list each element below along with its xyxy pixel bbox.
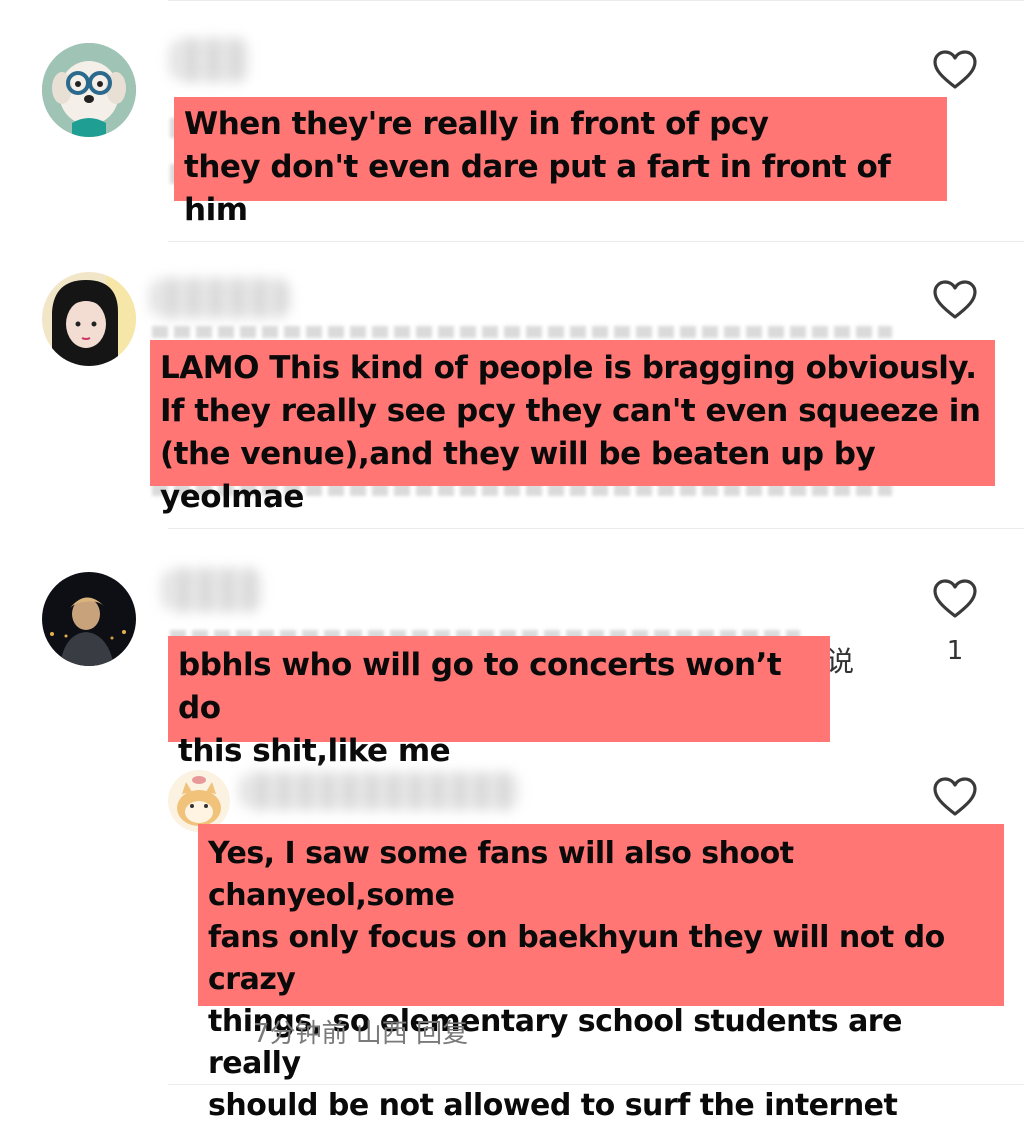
avatar[interactable] <box>42 43 136 137</box>
divider <box>168 528 1024 529</box>
translation-caption: bbhls who will go to concerts won’t do t… <box>168 636 830 769</box>
divider <box>168 1084 1024 1085</box>
heart-outline-icon[interactable] <box>932 776 978 818</box>
username-blurred[interactable] <box>150 278 290 318</box>
avatar-person-night-image <box>42 572 136 666</box>
username-blurred[interactable] <box>240 772 520 810</box>
avatar[interactable] <box>42 572 136 666</box>
translation-caption: LAMO This kind of people is bragging obv… <box>150 340 995 515</box>
avatar[interactable] <box>42 272 136 366</box>
heart-outline-icon[interactable] <box>932 49 978 91</box>
divider <box>168 241 1024 242</box>
username-blurred[interactable] <box>170 38 250 82</box>
truncated-text: 说 <box>826 645 855 678</box>
translation-caption: Yes, I saw some fans will also shoot cha… <box>198 824 1004 1123</box>
translation-caption: When they're really in front of pcy they… <box>174 97 947 228</box>
like-count: 1 <box>946 636 964 666</box>
avatar-girl-image <box>42 272 136 366</box>
avatar-dog-image <box>42 43 136 137</box>
obscured-text <box>152 326 892 338</box>
reply-meta[interactable]: 7分钟前 山西 回复 <box>253 1013 468 1050</box>
heart-outline-icon[interactable] <box>932 279 978 321</box>
username-blurred[interactable] <box>162 568 262 612</box>
avatar-cartoon-image <box>168 770 230 832</box>
heart-outline-icon[interactable] <box>932 578 978 620</box>
avatar[interactable] <box>168 770 230 832</box>
divider <box>168 0 1024 1</box>
